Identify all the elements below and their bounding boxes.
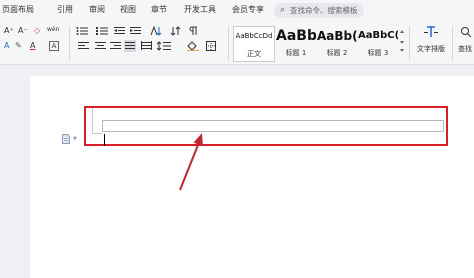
annotation-arrow bbox=[179, 133, 203, 191]
